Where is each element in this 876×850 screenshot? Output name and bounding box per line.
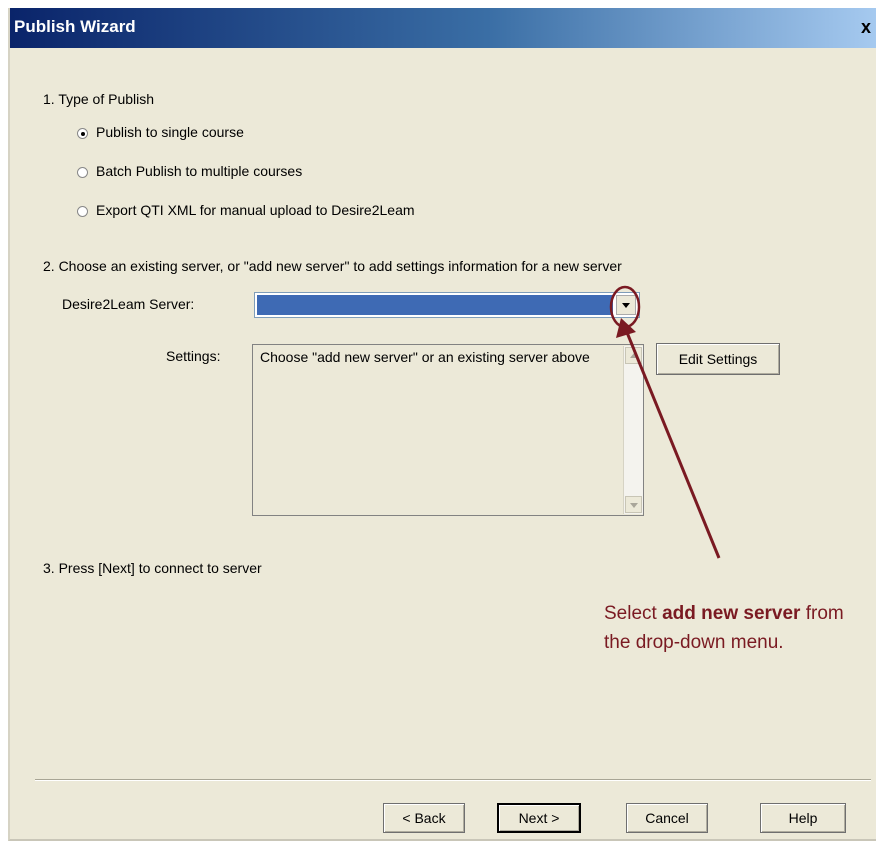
- annotation-overlay: [609, 285, 721, 559]
- highlight-circle-icon: [609, 285, 641, 329]
- arrow-head-icon: [616, 318, 636, 338]
- annotation-arrow-line: [624, 329, 721, 559]
